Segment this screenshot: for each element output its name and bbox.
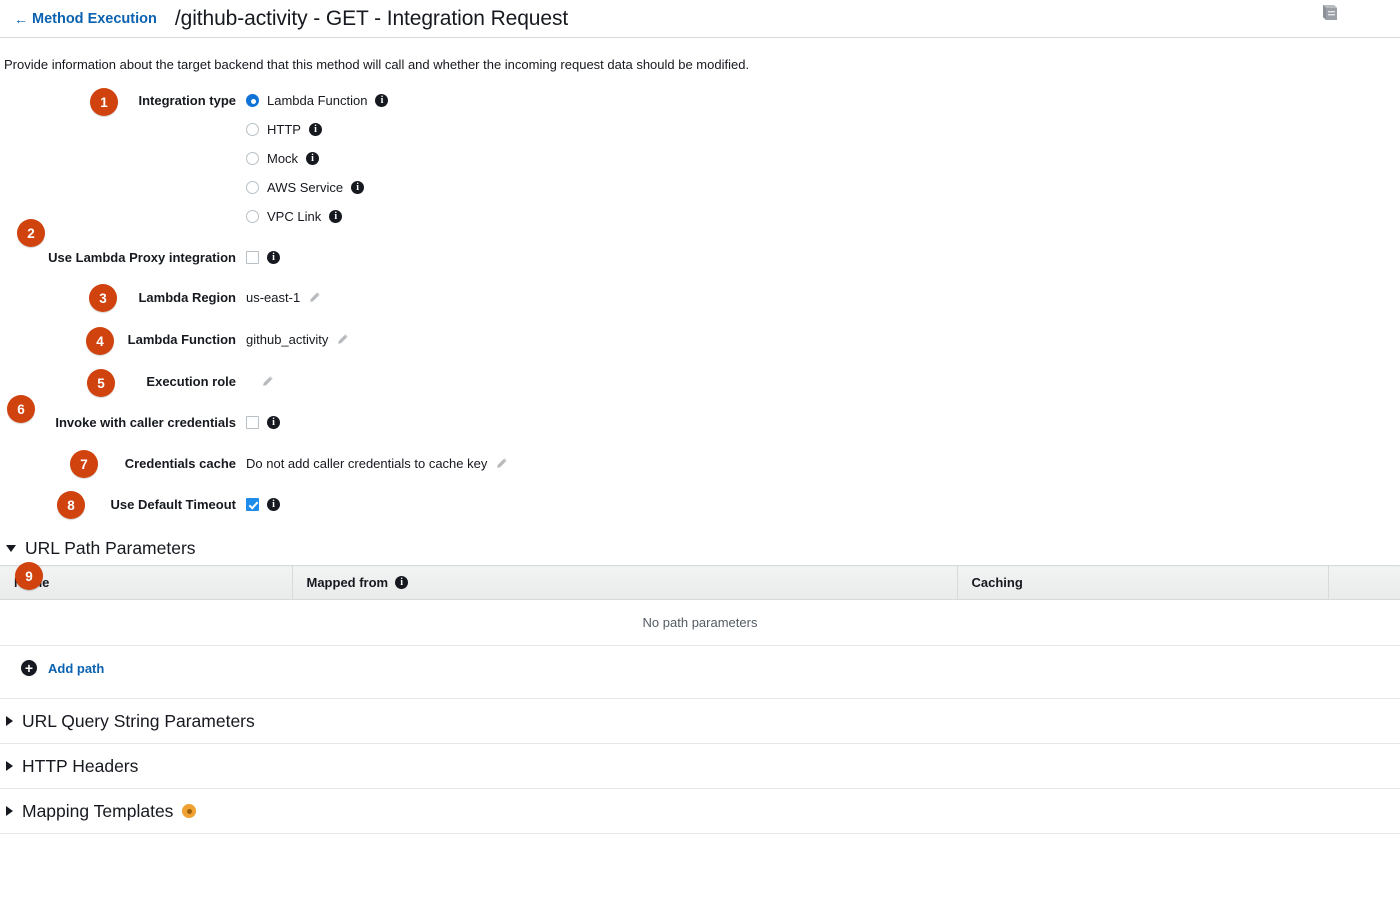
radio-lambda-function[interactable]	[246, 94, 259, 107]
radio-option-lambda-function[interactable]: Lambda Function i	[246, 86, 389, 115]
info-icon-caller-credentials[interactable]: i	[267, 416, 280, 429]
plus-circle-icon[interactable]: +	[21, 660, 37, 676]
back-to-method-execution-link[interactable]: ← Method Execution	[14, 11, 157, 27]
chevron-down-icon-url-path-parameters[interactable]	[6, 544, 16, 552]
book-icon[interactable]	[1319, 2, 1341, 24]
table-row-empty: No path parameters	[0, 599, 1400, 646]
column-header-mapped-from[interactable]: Mapped from i	[292, 565, 958, 600]
info-icon-aws-service[interactable]: i	[351, 181, 365, 194]
url-path-parameters-header[interactable]: URL Path Parameters	[0, 531, 1400, 565]
radio-label-http: HTTP	[267, 122, 301, 137]
credentials-cache-label: Credentials cache	[124, 456, 236, 471]
section-title-url-query-string-parameters: URL Query String Parameters	[22, 710, 255, 731]
edit-pencil-icon-lambda-region[interactable]	[308, 291, 321, 304]
lambda-region-label: Lambda Region	[138, 290, 236, 305]
radio-option-aws-service[interactable]: AWS Service i	[246, 173, 388, 202]
integration-type-label: Integration type	[138, 93, 236, 108]
checkbox-use-default-timeout[interactable]	[246, 498, 259, 511]
edit-pencil-icon-lambda-function[interactable]	[336, 333, 349, 346]
info-icon-http[interactable]: i	[308, 123, 322, 136]
step-badge-2: 2	[17, 219, 45, 247]
chevron-right-icon-mapping-templates[interactable]	[6, 806, 13, 816]
section-title-http-headers: HTTP Headers	[22, 755, 139, 776]
checkbox-invoke-with-caller-credentials[interactable]	[246, 416, 259, 429]
radio-label-mock: Mock	[267, 151, 299, 166]
radio-option-vpc-link[interactable]: VPC Link i	[246, 202, 388, 231]
radio-http[interactable]	[246, 123, 259, 136]
radio-label-aws-service: AWS Service	[267, 180, 344, 195]
step-badge-9: 9	[15, 562, 43, 590]
info-icon-mapped-from[interactable]: i	[395, 576, 409, 589]
lambda-region-value: us-east-1	[246, 290, 301, 305]
integration-request-form: 1 Integration type Lambda Function i HTT…	[0, 86, 1400, 519]
url-path-parameters-title: URL Path Parameters	[25, 537, 196, 558]
radio-label-lambda-function: Lambda Function	[267, 93, 368, 108]
chevron-right-icon-url-query-string-parameters[interactable]	[6, 716, 13, 726]
page-title: /github-activity - GET - Integration Req…	[174, 6, 569, 30]
page-header: ← Method Execution /github-activity - GE…	[0, 0, 1400, 38]
column-header-caching[interactable]: Caching	[957, 565, 1329, 600]
radio-vpc-link[interactable]	[246, 210, 259, 223]
radio-aws-service[interactable]	[246, 181, 259, 194]
step-badge-5: 5	[87, 369, 115, 397]
section-http-headers[interactable]: HTTP Headers	[0, 744, 1400, 788]
url-path-parameters-section: URL Path Parameters 9 Name Mapped from i…	[0, 531, 1400, 676]
add-path-row[interactable]: + Add path	[0, 646, 1400, 676]
info-icon-vpc-link[interactable]: i	[329, 210, 343, 223]
chevron-right-icon-http-headers[interactable]	[6, 761, 13, 771]
checkbox-lambda-proxy-integration[interactable]	[246, 251, 259, 264]
back-link-label: Method Execution	[32, 10, 157, 27]
step-badge-4: 4	[86, 327, 114, 355]
column-header-name[interactable]: Name	[0, 565, 293, 600]
info-icon-default-timeout[interactable]: i	[267, 498, 280, 511]
info-icon-lambda-proxy[interactable]: i	[267, 251, 280, 264]
page-description: Provide information about the target bac…	[4, 57, 750, 72]
table-header-row: Name Mapped from i Caching	[0, 565, 1400, 600]
status-badge-mapping-templates	[182, 804, 197, 818]
back-arrow-icon: ←	[14, 10, 28, 27]
step-badge-8: 8	[57, 491, 85, 519]
radio-option-mock[interactable]: Mock i	[246, 144, 388, 173]
column-header-actions	[1328, 565, 1400, 600]
empty-state-message: No path parameters	[0, 599, 1400, 646]
step-badge-7: 7	[70, 450, 98, 478]
lambda-function-label: Lambda Function	[127, 332, 236, 347]
radio-label-vpc-link: VPC Link	[267, 209, 322, 224]
lambda-function-value: github_activity	[246, 332, 329, 347]
radio-mock[interactable]	[246, 152, 259, 165]
step-badge-1: 1	[90, 88, 118, 116]
edit-pencil-icon-credentials-cache[interactable]	[495, 457, 508, 470]
edit-pencil-icon-execution-role[interactable]	[261, 375, 274, 388]
execution-role-label: Execution role	[146, 374, 236, 389]
info-icon-lambda-function[interactable]: i	[375, 94, 389, 107]
step-badge-3: 3	[89, 284, 117, 312]
url-path-parameters-table: Name Mapped from i Caching No path par	[0, 565, 1400, 646]
caller-credentials-label: Invoke with caller credentials	[55, 415, 236, 430]
credentials-cache-value: Do not add caller credentials to cache k…	[246, 456, 488, 471]
default-timeout-label: Use Default Timeout	[110, 497, 236, 512]
step-badge-6: 6	[7, 395, 35, 423]
lambda-proxy-label: Use Lambda Proxy integration	[48, 250, 236, 265]
info-icon-mock[interactable]: i	[306, 152, 320, 165]
section-title-mapping-templates: Mapping Templates	[22, 800, 174, 821]
section-divider-4	[0, 833, 1400, 834]
section-mapping-templates[interactable]: Mapping Templates	[0, 789, 1400, 833]
radio-option-http[interactable]: HTTP i	[246, 115, 388, 144]
section-url-query-string-parameters[interactable]: URL Query String Parameters	[0, 699, 1400, 743]
collapsed-sections: URL Query String Parameters HTTP Headers…	[0, 698, 1400, 834]
add-path-link[interactable]: Add path	[48, 661, 104, 676]
